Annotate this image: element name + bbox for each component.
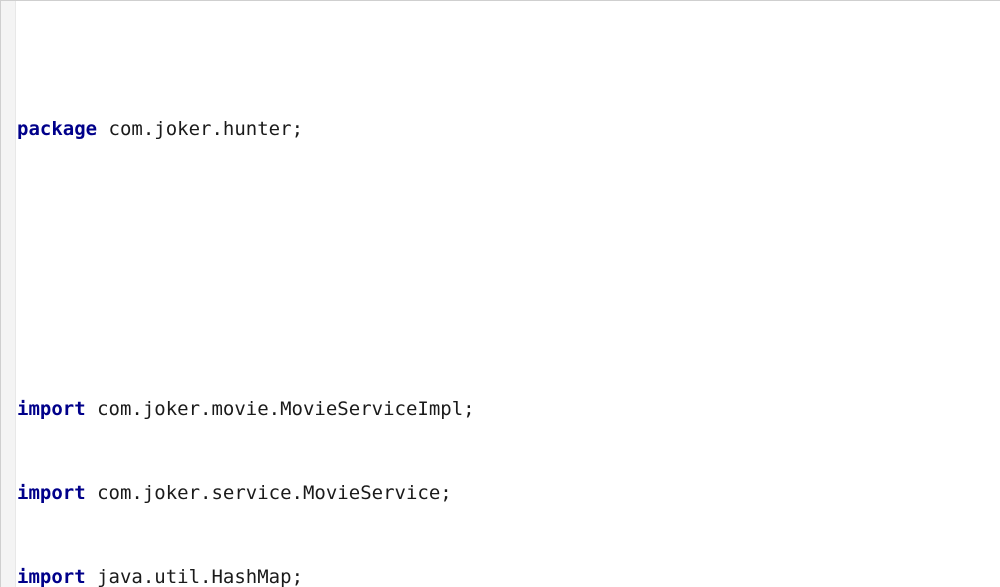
code-line: import com.joker.movie.MovieServiceImpl; xyxy=(15,395,1000,423)
code-editor[interactable]: package com.joker.hunter; import com.jok… xyxy=(0,0,1000,587)
import-path: com.joker.movie.MovieServiceImpl xyxy=(97,398,463,420)
keyword-import: import xyxy=(17,566,86,587)
keyword-import: import xyxy=(17,482,86,504)
code-line-blank xyxy=(15,255,1000,283)
keyword-package: package xyxy=(17,118,97,140)
editor-gutter xyxy=(1,1,16,587)
semicolon: ; xyxy=(440,482,451,504)
import-path: java.util.HashMap xyxy=(97,566,291,587)
code-line: import com.joker.service.MovieService; xyxy=(15,479,1000,507)
code-line: package com.joker.hunter; xyxy=(15,115,1000,143)
keyword-import: import xyxy=(17,398,86,420)
import-path: com.joker.service.MovieService xyxy=(97,482,440,504)
semicolon: ; xyxy=(463,398,474,420)
code-area[interactable]: package com.joker.hunter; import com.jok… xyxy=(15,3,1000,587)
semicolon: ; xyxy=(292,118,303,140)
package-name: com.joker.hunter xyxy=(109,118,292,140)
semicolon: ; xyxy=(292,566,303,587)
code-line: import java.util.HashMap; xyxy=(15,563,1000,587)
